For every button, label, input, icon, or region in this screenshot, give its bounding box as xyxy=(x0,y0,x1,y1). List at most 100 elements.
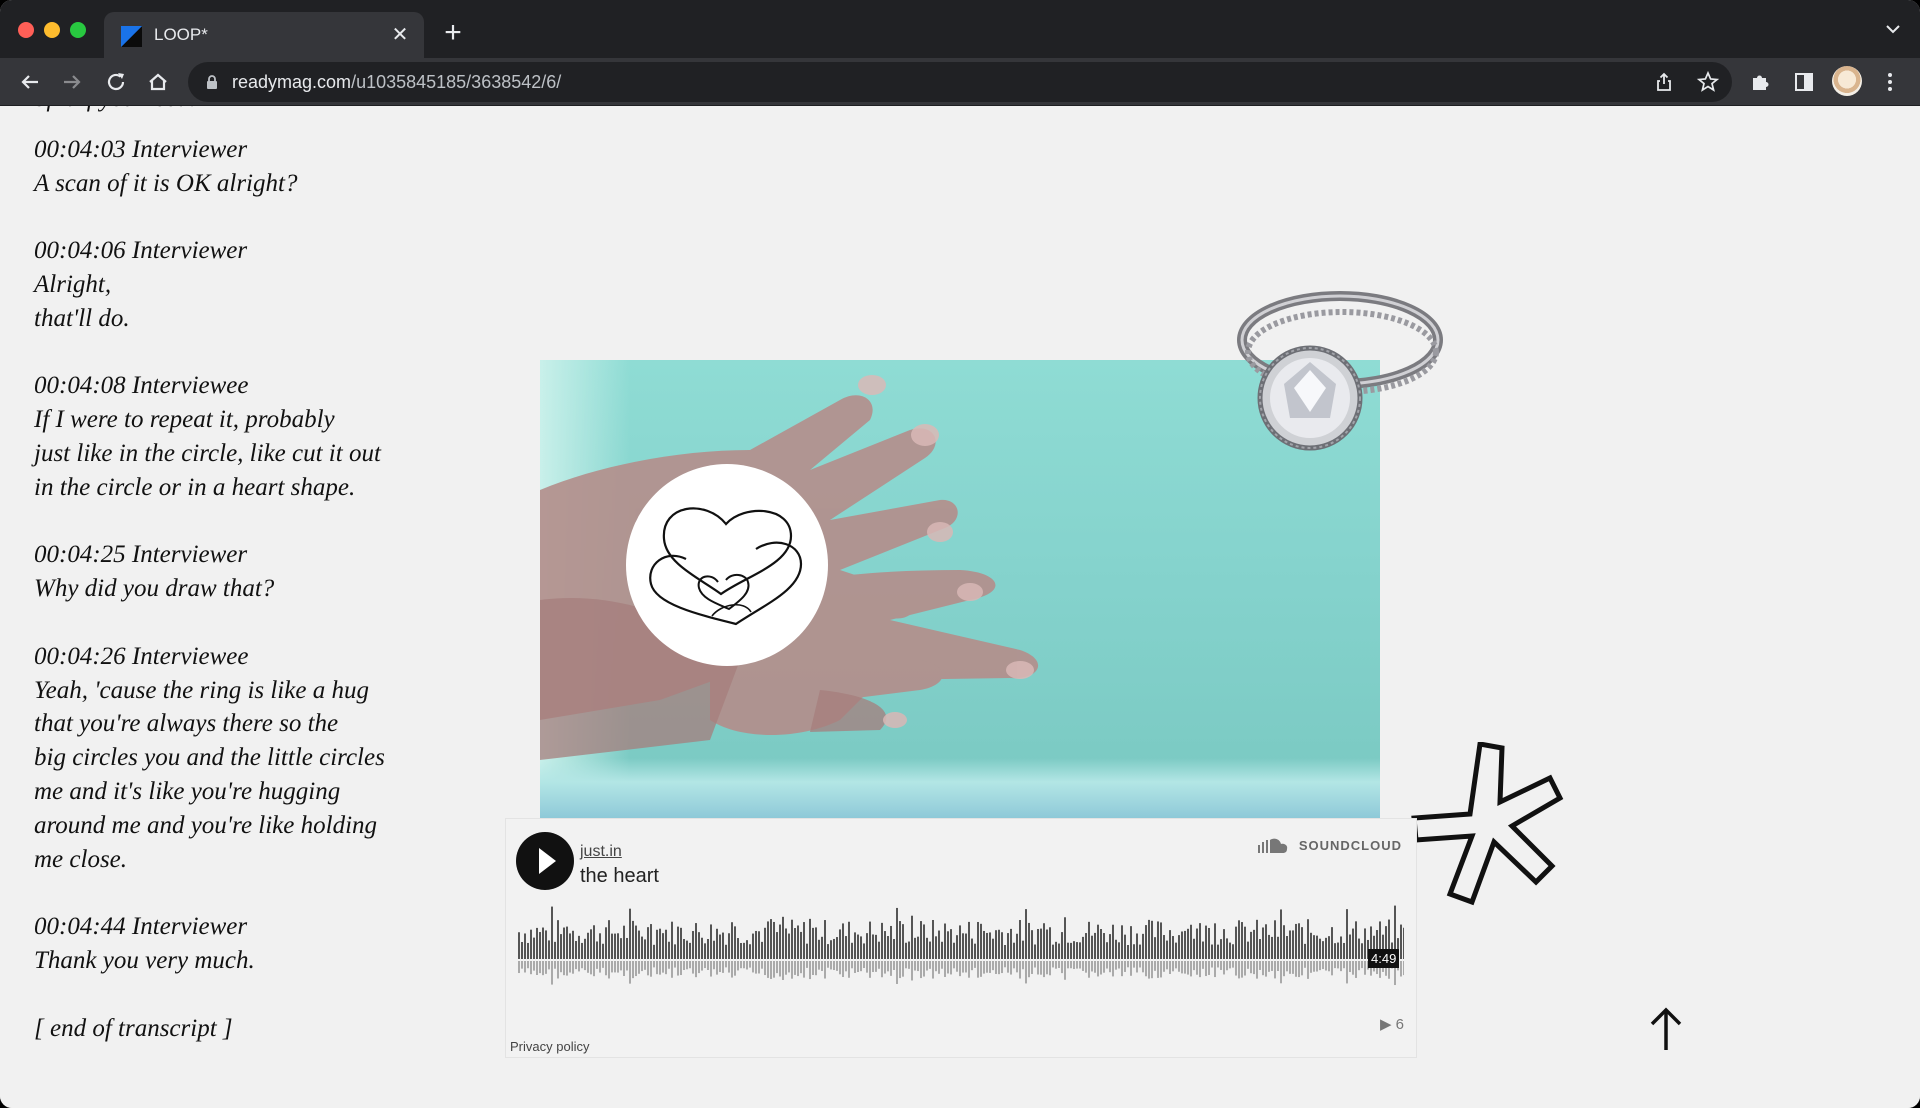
scroll-to-top-arrow-icon[interactable] xyxy=(1646,1004,1686,1054)
transcript-line: Why did you draw that? xyxy=(34,575,275,603)
waveform-bar xyxy=(785,928,787,959)
address-bar[interactable]: readymag.com/u1035845185/3638542/6/ xyxy=(188,62,1732,102)
waveform-reflection-bar xyxy=(1265,961,1267,977)
waveform-bar xyxy=(908,941,910,959)
waveform-reflection-bar xyxy=(1145,961,1147,977)
artist-link[interactable]: just.in xyxy=(580,843,622,861)
waveform-reflection-bar xyxy=(836,961,838,971)
waveform-bar xyxy=(545,930,547,959)
soundcloud-logo-icon[interactable] xyxy=(1258,837,1288,853)
new-tab-button[interactable]: + xyxy=(438,18,468,48)
waveform-reflection-bar xyxy=(1118,961,1120,969)
waveform-reflection-bar xyxy=(1343,961,1345,969)
transcript-entry: 00:04:03 Interviewer A scan of it is OK a… xyxy=(34,133,454,201)
waveform-reflection-bar xyxy=(527,961,529,969)
waveform-bar xyxy=(587,932,589,959)
back-arrow-icon[interactable] xyxy=(16,68,44,96)
waveform-reflection-bar xyxy=(1316,961,1318,972)
window-minimize-button[interactable] xyxy=(44,22,60,38)
privacy-policy-link[interactable]: Privacy policy xyxy=(510,1039,589,1054)
waveform-bar xyxy=(629,908,631,959)
waveform-bar xyxy=(1283,925,1285,959)
window-maximize-button[interactable] xyxy=(70,22,86,38)
side-panel-icon[interactable] xyxy=(1790,68,1818,96)
transcript-entries: 00:04:03 Interviewer A scan of it is OK a… xyxy=(34,133,454,978)
waveform-reflection-bar xyxy=(1094,961,1096,973)
waveform-reflection-bar xyxy=(1007,961,1009,973)
waveform-reflection-bar xyxy=(692,961,694,974)
waveform-reflection-bar xyxy=(656,961,658,975)
waveform-bar xyxy=(1355,921,1357,959)
home-icon[interactable] xyxy=(144,68,172,96)
waveform-bar xyxy=(878,941,880,959)
waveform-reflection-bar xyxy=(626,961,628,971)
kebab-menu-icon[interactable] xyxy=(1876,68,1904,96)
waveform-bar xyxy=(590,929,592,959)
waveform-reflection-bar xyxy=(1052,961,1054,968)
waveform-reflection-bar xyxy=(749,961,751,968)
waveform-bar xyxy=(773,921,775,959)
profile-avatar[interactable] xyxy=(1832,66,1862,96)
track-title[interactable]: the heart xyxy=(580,865,659,888)
tab-search-chevron-icon[interactable] xyxy=(1884,22,1902,36)
waveform-bar xyxy=(1268,934,1270,959)
waveform-bar xyxy=(1292,930,1294,959)
forward-arrow-icon[interactable] xyxy=(58,68,86,96)
window-close-button[interactable] xyxy=(18,22,34,38)
reload-icon[interactable] xyxy=(102,68,130,96)
waveform-bar xyxy=(740,942,742,959)
waveform-reflection-bar xyxy=(884,961,886,974)
waveform-bar xyxy=(1328,936,1330,959)
waveform-reflection-bar xyxy=(1031,961,1033,974)
bookmark-star-icon[interactable] xyxy=(1696,70,1720,94)
waveform-reflection-bar xyxy=(671,961,673,978)
waveform-bar xyxy=(956,935,958,959)
waveform-reflection-bar xyxy=(662,961,664,973)
waveform-reflection-bar xyxy=(1058,961,1060,968)
waveform-bar xyxy=(1154,937,1156,959)
waveform-bar xyxy=(1055,941,1057,959)
waveform-reflection-bar xyxy=(734,961,736,976)
soundcloud-brand[interactable]: SOUNDCLOUD xyxy=(1299,838,1402,853)
waveform-bar xyxy=(1325,937,1327,959)
waveform-reflection-bar xyxy=(554,961,556,969)
waveform-reflection-bar xyxy=(779,961,781,977)
waveform-bar xyxy=(1145,925,1147,959)
tab-loop[interactable]: LOOP* ✕ xyxy=(104,12,424,58)
waveform-reflection-bar xyxy=(1088,961,1090,978)
waveform-reflection-bar xyxy=(773,961,775,978)
waveform-reflection-bar xyxy=(731,961,733,978)
waveform-reflection-bar xyxy=(965,961,967,973)
extensions-puzzle-icon[interactable] xyxy=(1746,68,1774,96)
waveform-bar xyxy=(1337,942,1339,959)
play-button[interactable] xyxy=(516,832,574,890)
share-icon[interactable] xyxy=(1652,70,1676,94)
waveform-bar xyxy=(1271,936,1273,959)
waveform-reflection-bar xyxy=(1340,961,1342,972)
waveform-bar xyxy=(1121,925,1123,959)
waveform-bar xyxy=(806,943,808,959)
waveform-reflection-bar xyxy=(1349,961,1351,973)
waveform-reflection-bar xyxy=(1211,961,1213,968)
waveform[interactable] xyxy=(518,905,1404,989)
waveform-bar xyxy=(1289,930,1291,959)
waveform-reflection-bar xyxy=(1079,961,1081,969)
waveform-bar xyxy=(536,927,538,959)
heart-doodle-icon xyxy=(649,507,803,626)
transcript-line: me close. xyxy=(34,845,128,873)
waveform-reflection-bar xyxy=(860,961,862,972)
waveform-reflection-bar xyxy=(1283,961,1285,977)
waveform-reflection-bar xyxy=(938,961,940,974)
waveform-bar xyxy=(1130,926,1132,959)
waveform-reflection-bar xyxy=(701,961,703,971)
tab-close-icon[interactable]: ✕ xyxy=(388,23,412,47)
waveform-reflection-bar xyxy=(1328,961,1330,972)
transcript-line: If I were to repeat it, probably xyxy=(34,406,335,434)
waveform-reflection-bar xyxy=(1100,961,1102,975)
waveform-reflection-bar xyxy=(755,961,757,974)
waveform-bar xyxy=(1025,909,1027,959)
waveform-bar xyxy=(539,932,541,959)
waveform-bar xyxy=(1226,938,1228,959)
transcript-line: that'll do. xyxy=(34,304,130,332)
waveform-reflection-bar xyxy=(1253,961,1255,975)
